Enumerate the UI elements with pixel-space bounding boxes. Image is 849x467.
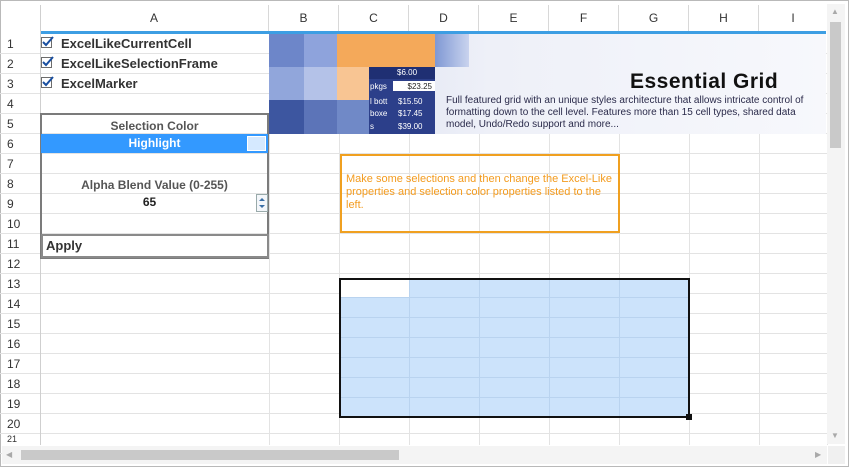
selection-gridline: [341, 357, 688, 358]
alpha-blend-input[interactable]: 65: [40, 195, 259, 209]
column-header-h[interactable]: H: [689, 5, 759, 31]
row-header[interactable]: 9: [0, 194, 40, 214]
column-header-i[interactable]: I: [759, 5, 827, 31]
excel-like-selection-frame-label[interactable]: ExcelLikeSelectionFrame: [61, 54, 218, 74]
selection-gridline: [479, 280, 480, 416]
spinner-arrows-icon[interactable]: [257, 195, 267, 211]
excel-like-current-cell-checkbox[interactable]: [41, 36, 54, 48]
banner-value: $15.50: [398, 97, 423, 106]
column-header-e[interactable]: E: [479, 5, 549, 31]
row-header[interactable]: 21: [0, 434, 40, 444]
apply-button[interactable]: Apply: [41, 234, 269, 258]
row-header[interactable]: 17: [0, 354, 40, 374]
banner-value: $23.25: [407, 82, 432, 91]
scroll-up-arrow-icon[interactable]: ▲: [831, 7, 839, 16]
banner-row-label: boxe: [370, 109, 388, 118]
excel-marker-checkbox[interactable]: [41, 76, 54, 88]
selection-gridline: [549, 280, 550, 416]
checkmark-icon: [42, 76, 54, 87]
banner-row-label: s: [370, 122, 374, 131]
row-header[interactable]: 4: [0, 94, 40, 114]
selection-gridline: [619, 280, 620, 416]
excel-like-selection-frame-checkbox[interactable]: [41, 56, 54, 68]
checkmark-icon: [42, 36, 54, 47]
selection-color-swatch[interactable]: [247, 136, 266, 151]
selection-color-dropdown[interactable]: Highlight: [41, 134, 268, 153]
banner-row-label: pkgs: [370, 82, 387, 91]
row-header[interactable]: 8: [0, 174, 40, 194]
alpha-blend-label: Alpha Blend Value (0-255): [81, 178, 228, 192]
column-header-b[interactable]: B: [269, 5, 339, 31]
banner-description: Full featured grid with an unique styles…: [446, 95, 804, 130]
banner-value: $39.00: [398, 122, 423, 131]
scroll-down-arrow-icon[interactable]: ▼: [831, 431, 839, 440]
current-cell[interactable]: [341, 280, 409, 298]
row-header[interactable]: 2: [0, 54, 40, 74]
scrollbar-corner: [828, 446, 845, 464]
checkmark-icon: [42, 56, 54, 67]
selection-gridline: [341, 397, 688, 398]
selection-gridline: [341, 297, 688, 298]
column-header-a[interactable]: A: [40, 5, 269, 31]
column-header-f[interactable]: F: [549, 5, 619, 31]
selection-color-label: Selection Color: [110, 119, 199, 133]
row-header[interactable]: 20: [0, 414, 40, 434]
excel-marker-label[interactable]: ExcelMarker: [61, 74, 138, 94]
selection-gridline: [341, 337, 688, 338]
row-header[interactable]: 10: [0, 214, 40, 234]
instructions-note: Make some selections and then change the…: [340, 154, 620, 233]
row-gridline: [0, 433, 827, 434]
selection-gridline: [341, 317, 688, 318]
banner-row-label: l bott: [370, 97, 388, 106]
column-header-d[interactable]: D: [409, 5, 479, 31]
column-header-c[interactable]: C: [339, 5, 409, 31]
row-header[interactable]: 18: [0, 374, 40, 394]
scroll-left-arrow-icon[interactable]: ◀: [6, 450, 12, 459]
selection-gridline: [341, 377, 688, 378]
horizontal-scrollbar-thumb[interactable]: [21, 450, 399, 460]
alpha-blend-spinner[interactable]: [256, 194, 268, 212]
vertical-scrollbar-thumb[interactable]: [830, 22, 841, 148]
row-header[interactable]: 3: [0, 74, 40, 94]
row-header[interactable]: 15: [0, 314, 40, 334]
row-gridline: [0, 273, 827, 274]
row-header[interactable]: 7: [0, 154, 40, 174]
column-header-g[interactable]: G: [619, 5, 689, 31]
row-header[interactable]: 5: [0, 114, 40, 134]
banner-price-top: $6.00: [397, 68, 418, 77]
row-header[interactable]: 16: [0, 334, 40, 354]
row-header[interactable]: 11: [0, 234, 40, 254]
selection-gridline: [409, 280, 410, 416]
selection-fill-handle[interactable]: [686, 414, 692, 420]
row-header[interactable]: 1: [0, 34, 40, 54]
excel-like-current-cell-label[interactable]: ExcelLikeCurrentCell: [61, 34, 192, 54]
banner-value: $17.45: [398, 109, 423, 118]
row-header[interactable]: 14: [0, 294, 40, 314]
row-header[interactable]: 6: [0, 134, 40, 154]
row-header[interactable]: 13: [0, 274, 40, 294]
row-header[interactable]: 12: [0, 254, 40, 274]
banner-title: Essential Grid: [630, 70, 779, 93]
scroll-right-arrow-icon[interactable]: ▶: [815, 450, 821, 459]
row-header[interactable]: 19: [0, 394, 40, 414]
